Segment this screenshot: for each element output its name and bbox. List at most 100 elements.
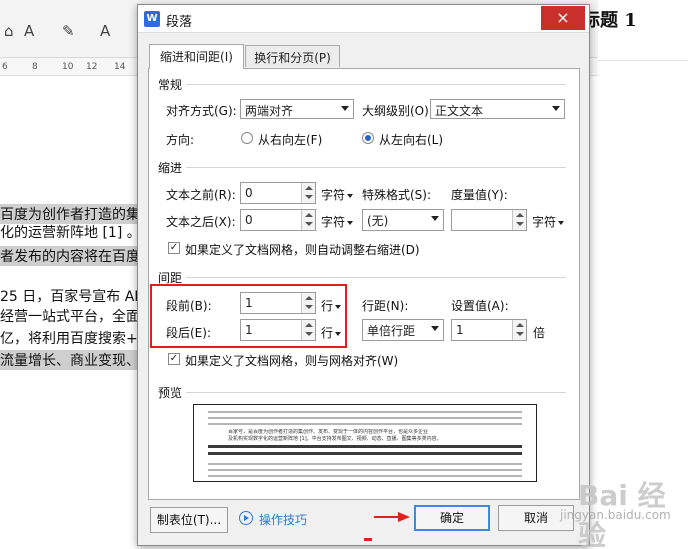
auto-right-indent-label[interactable]: 如果定义了文档网格，则自动调整右缩进(D) [185,241,420,258]
divider [186,84,566,85]
setting-value: 1 [456,323,464,337]
preview-line [208,475,522,477]
chevron-up-icon [305,323,313,327]
setting-value-unit: 倍 [533,326,546,340]
highlight-icon[interactable]: ✎ [62,22,75,40]
snap-to-grid-label[interactable]: 如果定义了文档网格，则与网格对齐(W) [185,352,398,369]
indent-after-stepper[interactable]: 0 [240,209,316,231]
tab-stops-button[interactable]: 制表位(T)... [150,507,228,533]
doc-line[interactable]: 化的运营新阵地 [1] 。 [0,222,141,242]
tab-line-page-breaks[interactable]: 换行和分页(P) [245,45,340,67]
divider [186,167,566,168]
chevron-up-icon [305,186,313,190]
measure-unit[interactable]: 字符 [532,213,565,230]
space-before-stepper[interactable]: 1 [240,292,316,314]
snap-to-grid-checkbox[interactable]: ✓ [168,353,180,365]
outline-select[interactable]: 正文文本 [430,99,565,119]
doc-line[interactable]: 亿，将利用百度搜索+信 [0,328,152,348]
close-button[interactable]: × [541,6,585,30]
line-spacing-value: 单倍行距 [367,324,416,338]
preview-line [208,445,522,448]
stepper-buttons[interactable] [301,293,315,313]
preview-line [208,411,522,413]
doc-line[interactable]: 流量增长、商业变现、打 [0,350,154,370]
rtl-radio[interactable] [241,132,253,144]
preview-line [208,417,522,419]
measure-label: 度量值(Y): [451,188,508,202]
stepper-buttons[interactable] [301,183,315,203]
format-icon[interactable]: ⌂ [4,22,14,40]
line-spacing-select[interactable]: 单倍行距 [362,319,444,341]
dialog-titlebar[interactable]: W 段落 × [138,5,589,33]
measure-stepper[interactable] [451,209,527,231]
section-general: 常规 [158,78,183,92]
special-format-select[interactable]: (无) [362,209,444,231]
stepper-buttons[interactable] [301,210,315,230]
doc-line[interactable]: 百度为创作者打造的集合 [0,204,154,224]
heading-style[interactable]: 标题 1 [582,6,637,32]
ltr-radio[interactable] [362,132,374,144]
doc-line[interactable]: 25 日，百家号宣布 AI 创 [0,286,157,306]
paragraph-preview: 百家号，是百度为创作者打造的集创作、发布、变现于一体的内容创作平台，也是众多企业… [193,404,537,482]
outline-value: 正文文本 [435,104,484,118]
space-after-stepper[interactable]: 1 [240,319,316,341]
divider [186,277,566,278]
indent-before-label: 文本之前(R): [166,188,236,202]
chevron-down-icon [347,220,354,225]
rtl-label[interactable]: 从右向左(F) [258,131,322,148]
preview-sample-line: 百家号，是百度为创作者打造的集创作、发布、变现于一体的内容创作平台，也是众多企业 [228,429,429,435]
align-select[interactable]: 两端对齐 [240,99,354,119]
stepper-buttons[interactable] [512,320,526,340]
chevron-up-icon [305,213,313,217]
indent-after-unit[interactable]: 字符 [321,213,354,230]
divider [598,60,688,61]
preview-line [208,452,522,455]
chevron-down-icon [516,332,524,336]
auto-right-indent-checkbox[interactable]: ✓ [168,242,180,254]
space-before-value: 1 [245,296,253,310]
section-preview: 预览 [158,386,183,400]
document-page-right [598,0,688,549]
doc-line[interactable]: 经营一站式平台，全面 [0,306,140,326]
chevron-up-icon [305,296,313,300]
indent-before-unit[interactable]: 字符 [321,186,354,203]
chevron-down-icon [347,193,354,198]
text-color-icon[interactable]: A [100,22,110,40]
chevron-down-icon [335,331,342,336]
ok-button[interactable]: 确定 [414,505,490,531]
chevron-down-icon [516,222,524,226]
indent-after-label: 文本之后(X): [166,215,236,229]
play-icon[interactable] [239,511,253,525]
unit-label: 字符 [321,215,346,229]
stepper-buttons[interactable] [512,210,526,230]
space-before-unit[interactable]: 行 [321,297,342,314]
tab-indent-spacing[interactable]: 缩进和间距(I) [149,44,244,69]
space-after-label: 段后(E): [166,326,211,340]
chevron-down-icon [431,216,439,221]
tips-link[interactable]: 操作技巧 [259,511,307,528]
watermark: Bai 经验 jingyan.baidu.com [530,468,680,549]
chevron-up-icon [516,323,524,327]
chevron-down-icon [305,195,313,199]
indent-before-stepper[interactable]: 0 [240,182,316,204]
ltr-label[interactable]: 从左向右(L) [379,131,443,148]
indent-after-value: 0 [245,213,253,227]
preview-line [208,469,522,471]
space-after-unit[interactable]: 行 [321,324,342,341]
special-format-value: (无) [367,214,389,228]
setting-value-stepper[interactable]: 1 [451,319,527,341]
dialog-title: 段落 [166,15,193,30]
space-after-value: 1 [245,323,253,337]
preview-sample: 百家号，是百度为创作者打造的集创作、发布、变现于一体的内容创作平台，也是众多企业… [228,429,528,443]
arrow-right-icon [374,512,410,522]
chevron-down-icon [305,332,313,336]
chevron-down-icon [552,106,560,111]
font-color-icon[interactable]: A [24,22,34,40]
unit-label: 字符 [321,188,346,202]
preview-sample-line: 及机构实现数字化的运营新阵地 [1]，平台支持发布图文、视频、动态、直播、图集等… [228,436,442,442]
chevron-down-icon [305,222,313,226]
stepper-buttons[interactable] [301,320,315,340]
direction-label: 方向: [166,133,195,147]
doc-line[interactable]: 者发布的内容将在百度 [0,246,140,266]
unit-label: 行 [321,299,334,313]
